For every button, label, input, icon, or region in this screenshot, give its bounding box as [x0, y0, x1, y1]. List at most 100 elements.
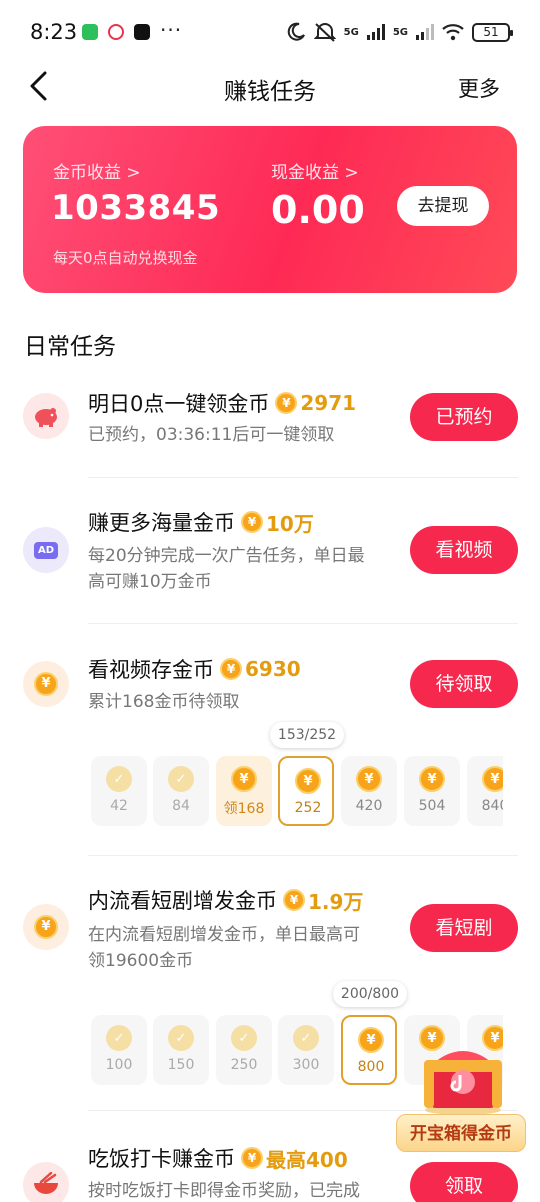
coin-earnings-link[interactable]: 金币收益 > — [53, 158, 141, 183]
ad-icon: AD — [23, 527, 69, 573]
coin-icon: ¥ — [356, 766, 382, 792]
progress-strip: ✓ 42 ✓ 84 ¥ 领168 ¥ 252 ¥ 420 ¥ 504 ¥ 840 — [91, 756, 503, 828]
step-label: 420 — [355, 798, 383, 814]
divider — [88, 855, 518, 856]
step-label: 800 — [357, 1059, 385, 1075]
progress-step[interactable]: ✓ 84 — [153, 756, 209, 826]
task-title: 内流看短剧增发金币 ¥ 1.9万 — [88, 885, 363, 915]
check-icon: ✓ — [106, 766, 132, 792]
task-title-text: 赚更多海量金币 — [88, 511, 235, 535]
mute-icon — [313, 23, 336, 42]
step-label: 252 — [294, 800, 322, 816]
task-title: 看视频存金币 ¥ 6930 — [88, 654, 301, 684]
progress-step[interactable]: ¥ 840 — [467, 756, 503, 826]
cash-earnings-link[interactable]: 现金收益 > — [271, 158, 359, 183]
step-label: 100 — [105, 1057, 133, 1073]
treasure-box-widget[interactable]: 开宝箱得金币 — [396, 1018, 526, 1158]
wifi-icon — [442, 24, 464, 41]
task-reward: 10万 — [266, 511, 314, 536]
step-label: 250 — [230, 1057, 258, 1073]
progress-step[interactable]: ¥ 504 — [404, 756, 460, 826]
cash-earnings-value: 0.00 — [271, 188, 365, 232]
earnings-card: 金币收益 > 1033845 现金收益 > 0.00 每天0点自动兑换现金 去提… — [23, 126, 517, 293]
step-label: 840 — [481, 798, 503, 814]
check-icon: ✓ — [293, 1025, 319, 1051]
coin-glyph: ¥ — [34, 672, 58, 696]
step-label: 150 — [167, 1057, 195, 1073]
coin-icon: ¥ — [283, 889, 305, 911]
signal-icon — [366, 24, 385, 40]
step-label: 504 — [418, 798, 446, 814]
coin-icon: ¥ — [241, 511, 263, 533]
progress-bubble: 153/252 — [270, 722, 344, 748]
signal-icon-2 — [416, 24, 434, 40]
task-desc-line-2: 领19600金币 — [88, 951, 194, 971]
coin-icon: ¥ — [295, 768, 321, 794]
watch-video-button[interactable]: 看视频 — [410, 526, 518, 574]
task-title: 明日0点一键领金币 ¥ 2971 — [88, 388, 356, 418]
task-title: 赚更多海量金币 ¥ 10万 — [88, 507, 314, 537]
task-desc: 在内流看短剧增发金币，单日最高可 — [88, 925, 360, 945]
progress-step[interactable]: ¥ 420 — [341, 756, 397, 826]
reserved-button[interactable]: 已预约 — [410, 393, 518, 441]
divider — [88, 477, 518, 478]
step-label: 84 — [172, 798, 190, 814]
task-reward: 最高400 — [266, 1147, 348, 1172]
task-title-text: 内流看短剧增发金币 — [88, 889, 277, 913]
progress-step-claimable[interactable]: ¥ 领168 — [216, 756, 272, 826]
progress-step[interactable]: ✓ 42 — [91, 756, 147, 826]
check-icon: ✓ — [106, 1025, 132, 1051]
watch-short-drama-button[interactable]: 看短剧 — [410, 904, 518, 952]
progress-step-current[interactable]: ¥ 252 — [278, 756, 334, 826]
task-desc: 每20分钟完成一次广告任务，单日最 — [88, 546, 365, 566]
task-title-text: 看视频存金币 — [88, 658, 214, 682]
step-label: 300 — [292, 1057, 320, 1073]
coin-icon: ¥ — [23, 661, 69, 707]
auto-exchange-note: 每天0点自动兑换现金 — [53, 249, 198, 267]
coin-icon: ¥ — [482, 766, 503, 792]
rice-bowl-icon — [23, 1162, 69, 1202]
task-title-text: 明日0点一键领金币 — [88, 392, 270, 416]
progress-bubble: 200/800 — [333, 981, 407, 1007]
coin-icon: ¥ — [23, 904, 69, 950]
moon-icon — [287, 22, 305, 41]
status-icons: 5G 5G 51 — [286, 20, 513, 44]
withdraw-button[interactable]: 去提现 — [397, 186, 489, 226]
ad-icon-label: AD — [34, 541, 58, 559]
coin-icon: ¥ — [275, 392, 298, 414]
task-title-text: 吃饭打卡赚金币 — [88, 1147, 235, 1171]
check-icon: ✓ — [168, 766, 194, 792]
task-reward: 6930 — [245, 657, 301, 681]
piggy-bank-icon — [23, 393, 69, 439]
coin-icon: ¥ — [220, 658, 242, 680]
progress-step[interactable]: ✓ 300 — [278, 1015, 334, 1085]
wechat-icon — [82, 24, 98, 40]
coin-icon: ¥ — [231, 766, 257, 792]
task-reward: 1.9万 — [308, 889, 364, 914]
app-notification-icon — [108, 24, 124, 40]
progress-step-current[interactable]: ¥ 800 — [341, 1015, 397, 1085]
tiktok-icon — [134, 24, 150, 40]
more-button[interactable]: 更多 — [458, 73, 500, 103]
task-title: 吃饭打卡赚金币 ¥ 最高400 — [88, 1143, 348, 1173]
check-icon: ✓ — [168, 1025, 194, 1051]
more-notifications-icon: ··· — [160, 18, 183, 42]
coin-icon: ¥ — [241, 1147, 263, 1169]
task-desc: 按时吃饭打卡即得金币奖励，已完成 — [88, 1181, 360, 1201]
progress-step[interactable]: ✓ 250 — [216, 1015, 272, 1085]
progress-step[interactable]: ✓ 150 — [153, 1015, 209, 1085]
status-bar: 8:23 ··· 5G 5G 51 — [0, 0, 540, 64]
claim-button[interactable]: 领取 — [410, 1162, 518, 1202]
pending-claim-button[interactable]: 待领取 — [410, 660, 518, 708]
coin-icon: ¥ — [419, 766, 445, 792]
task-desc-line-2: 高可赚10万金币 — [88, 572, 212, 592]
divider — [88, 623, 518, 624]
treasure-chest-icon — [424, 1051, 502, 1115]
nav-header: 赚钱任务 更多 — [0, 64, 540, 110]
section-title-daily-tasks: 日常任务 — [24, 334, 116, 360]
step-label: 42 — [110, 798, 128, 814]
network-label-2: 5G — [392, 26, 408, 38]
step-label: 领168 — [223, 801, 265, 817]
progress-step[interactable]: ✓ 100 — [91, 1015, 147, 1085]
task-reward: 2971 — [300, 391, 357, 415]
